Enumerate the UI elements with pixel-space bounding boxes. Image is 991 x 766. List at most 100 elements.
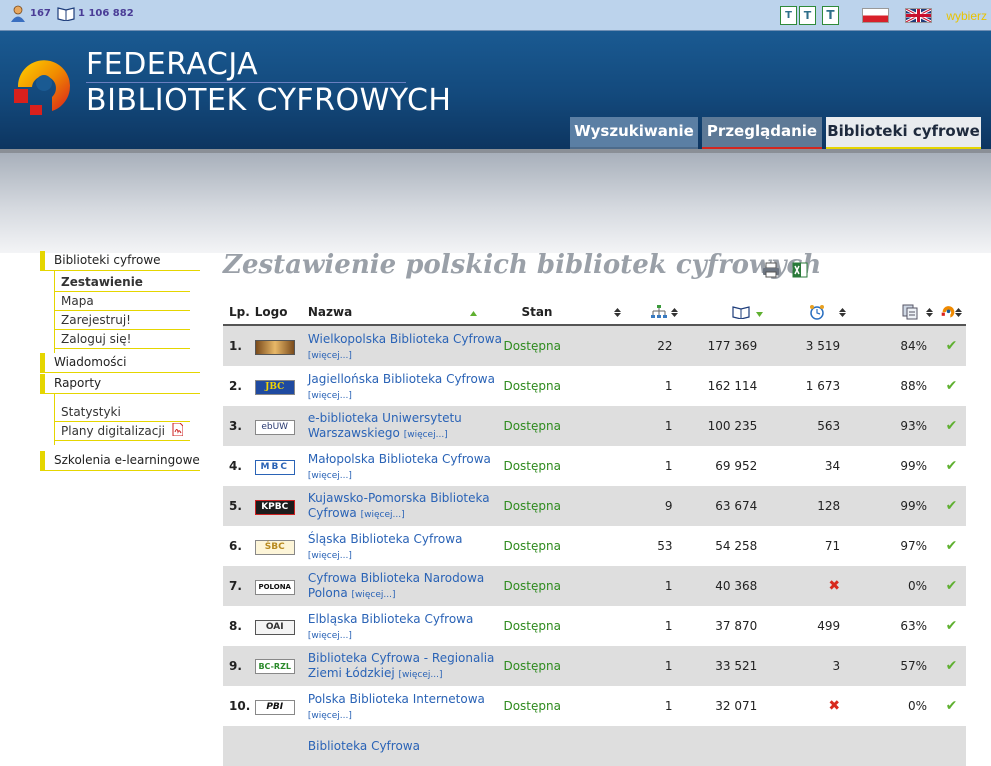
sidebar-section-reports[interactable]: Raporty — [40, 374, 200, 394]
recent-cell: ✖ — [767, 566, 851, 606]
library-logo[interactable]: ebUW — [254, 419, 295, 435]
column-collections[interactable] — [624, 300, 683, 326]
recent-count: 128 — [817, 499, 841, 513]
tab-digital-libraries[interactable]: Biblioteki cyfrowe — [826, 117, 981, 150]
library-name-link[interactable]: Wielkopolska Biblioteka Cyfrowa — [308, 332, 502, 346]
header-gradient — [0, 153, 991, 253]
sidebar-section-elearning[interactable]: Szkolenia e-learningowe — [40, 451, 200, 471]
page-title: Zestawienie polskich bibliotek cyfrowych — [223, 250, 822, 280]
text-size-medium-button[interactable]: T — [799, 6, 816, 25]
recent-count: 3 519 — [805, 339, 841, 353]
more-link[interactable]: [więcej...] — [308, 391, 352, 401]
fbc-status-cell: ✔ — [937, 566, 966, 606]
fbc-status-cell: ✔ — [937, 325, 966, 366]
library-name-link[interactable]: Biblioteka Cyfrowa — [308, 739, 420, 753]
sidebar-subsection: Statystyki Plany digitalizacji — [54, 394, 200, 445]
more-link[interactable]: [więcej...] — [308, 551, 352, 561]
collections-count: 53 — [657, 539, 673, 553]
status-badge — [503, 726, 625, 766]
row-name-cell: Elbląska Biblioteka Cyfrowa [więcej...] — [308, 606, 504, 646]
recent-count: 563 — [817, 419, 841, 433]
percent-value: 88% — [900, 379, 927, 393]
text-size-small-button[interactable]: T — [780, 6, 797, 25]
column-recent[interactable] — [767, 300, 851, 326]
library-name-link[interactable]: Elbląska Biblioteka Cyfrowa — [308, 612, 473, 626]
sidebar-item-login[interactable]: Zaloguj się! — [55, 330, 190, 349]
sidebar-section-digital-libraries[interactable]: Biblioteki cyfrowe — [40, 251, 200, 271]
sort-desc-icon[interactable] — [756, 310, 764, 319]
more-link[interactable]: [więcej...] — [404, 430, 448, 440]
more-link[interactable]: [więcej...] — [308, 711, 352, 721]
column-percent[interactable] — [850, 300, 937, 326]
top-bar: 167 1 106 882 T T T wybierz — [0, 0, 991, 31]
library-logo[interactable]: KPBC — [254, 499, 295, 515]
sort-icon[interactable] — [839, 308, 847, 317]
column-status-label: Stan — [521, 305, 553, 319]
library-name-link[interactable]: Jagiellońska Biblioteka Cyfrowa — [308, 372, 495, 386]
language-choose-link[interactable]: wybierz — [946, 9, 987, 23]
library-logo[interactable]: WBC — [254, 339, 295, 355]
publications-count: 69 952 — [715, 459, 758, 473]
more-link[interactable]: [więcej...] — [361, 510, 405, 520]
text-size-large-button[interactable]: T — [822, 6, 839, 25]
library-name-link[interactable]: Małopolska Biblioteka Cyfrowa — [308, 452, 491, 466]
recent-cell: 128 — [767, 486, 851, 526]
row-logo-cell: WBC — [254, 325, 308, 366]
sort-asc-icon[interactable] — [470, 309, 478, 318]
publications-count: 177 369 — [682, 325, 768, 366]
sort-icon[interactable] — [955, 308, 962, 317]
status-badge: Dostępna — [503, 619, 561, 633]
sidebar-item-register[interactable]: Zarejestruj! — [55, 311, 190, 330]
tab-search[interactable]: Wyszukiwanie — [570, 117, 698, 150]
column-status[interactable]: Stan — [503, 300, 625, 326]
polish-flag-icon[interactable] — [862, 8, 889, 23]
column-fbc[interactable] — [937, 300, 966, 326]
tab-browse[interactable]: Przeglądanie — [702, 117, 822, 150]
publications-count: 37 870 — [715, 619, 758, 633]
column-lp: Lp. — [223, 300, 255, 326]
sidebar-item-digitization-plans[interactable]: Plany digitalizacji — [55, 422, 190, 441]
sidebar-item-map[interactable]: Mapa — [55, 292, 190, 311]
more-link[interactable]: [więcej...] — [399, 670, 443, 680]
library-logo[interactable]: OAI — [254, 619, 295, 635]
sidebar-section-news[interactable]: Wiadomości — [40, 353, 200, 373]
more-link[interactable]: [więcej...] — [308, 631, 352, 641]
row-logo-cell: PBI — [254, 686, 308, 726]
row-name-cell: Śląska Biblioteka Cyfrowa [więcej...] — [308, 526, 504, 566]
fbc-logo-icon[interactable] — [12, 51, 76, 120]
more-link[interactable]: [więcej...] — [308, 351, 352, 361]
library-logo[interactable]: POLONA — [254, 579, 295, 595]
sidebar-item-statistics[interactable]: Statystyki — [55, 403, 190, 422]
more-link[interactable]: [więcej...] — [308, 471, 352, 481]
fbc-status-cell — [937, 726, 966, 766]
library-name-link[interactable]: Śląska Biblioteka Cyfrowa — [308, 532, 463, 546]
column-name[interactable]: Nazwa — [307, 300, 504, 326]
excel-icon[interactable] — [792, 262, 808, 281]
library-logo[interactable]: JBC — [254, 379, 295, 395]
check-icon: ✔ — [945, 418, 958, 434]
collections-count: 1 — [624, 406, 683, 446]
library-logo[interactable]: ŚBC — [254, 539, 295, 555]
collections-count — [624, 726, 683, 766]
library-logo[interactable]: BC-RZL — [254, 659, 295, 674]
sort-icon[interactable] — [926, 308, 933, 317]
row-lp: 1. — [223, 325, 255, 366]
publications-count: 33 521 — [682, 646, 768, 686]
more-link[interactable]: [więcej...] — [352, 590, 396, 600]
library-name-link[interactable]: Polska Biblioteka Internetowa — [308, 692, 485, 706]
row-logo-cell: ebUW — [254, 406, 308, 446]
library-logo[interactable]: MBC — [254, 459, 295, 475]
english-flag-icon[interactable] — [905, 8, 932, 23]
print-icon[interactable] — [762, 262, 780, 281]
cross-icon: ✖ — [828, 698, 841, 714]
library-logo[interactable]: PBI — [254, 699, 295, 715]
sidebar-item-summary[interactable]: Zestawienie — [55, 273, 190, 292]
sort-icon[interactable] — [671, 308, 679, 317]
library-name-link[interactable]: Cyfrowa Biblioteka Narodowa Polona — [308, 571, 484, 600]
column-name-label: Nazwa — [307, 305, 353, 319]
column-publications[interactable] — [682, 300, 768, 326]
sidebar: Biblioteki cyfrowe Zestawienie Mapa Zare… — [40, 251, 200, 471]
check-icon: ✔ — [945, 538, 958, 554]
row-logo-cell: KPBC — [254, 486, 308, 526]
sort-icon[interactable] — [613, 308, 621, 317]
